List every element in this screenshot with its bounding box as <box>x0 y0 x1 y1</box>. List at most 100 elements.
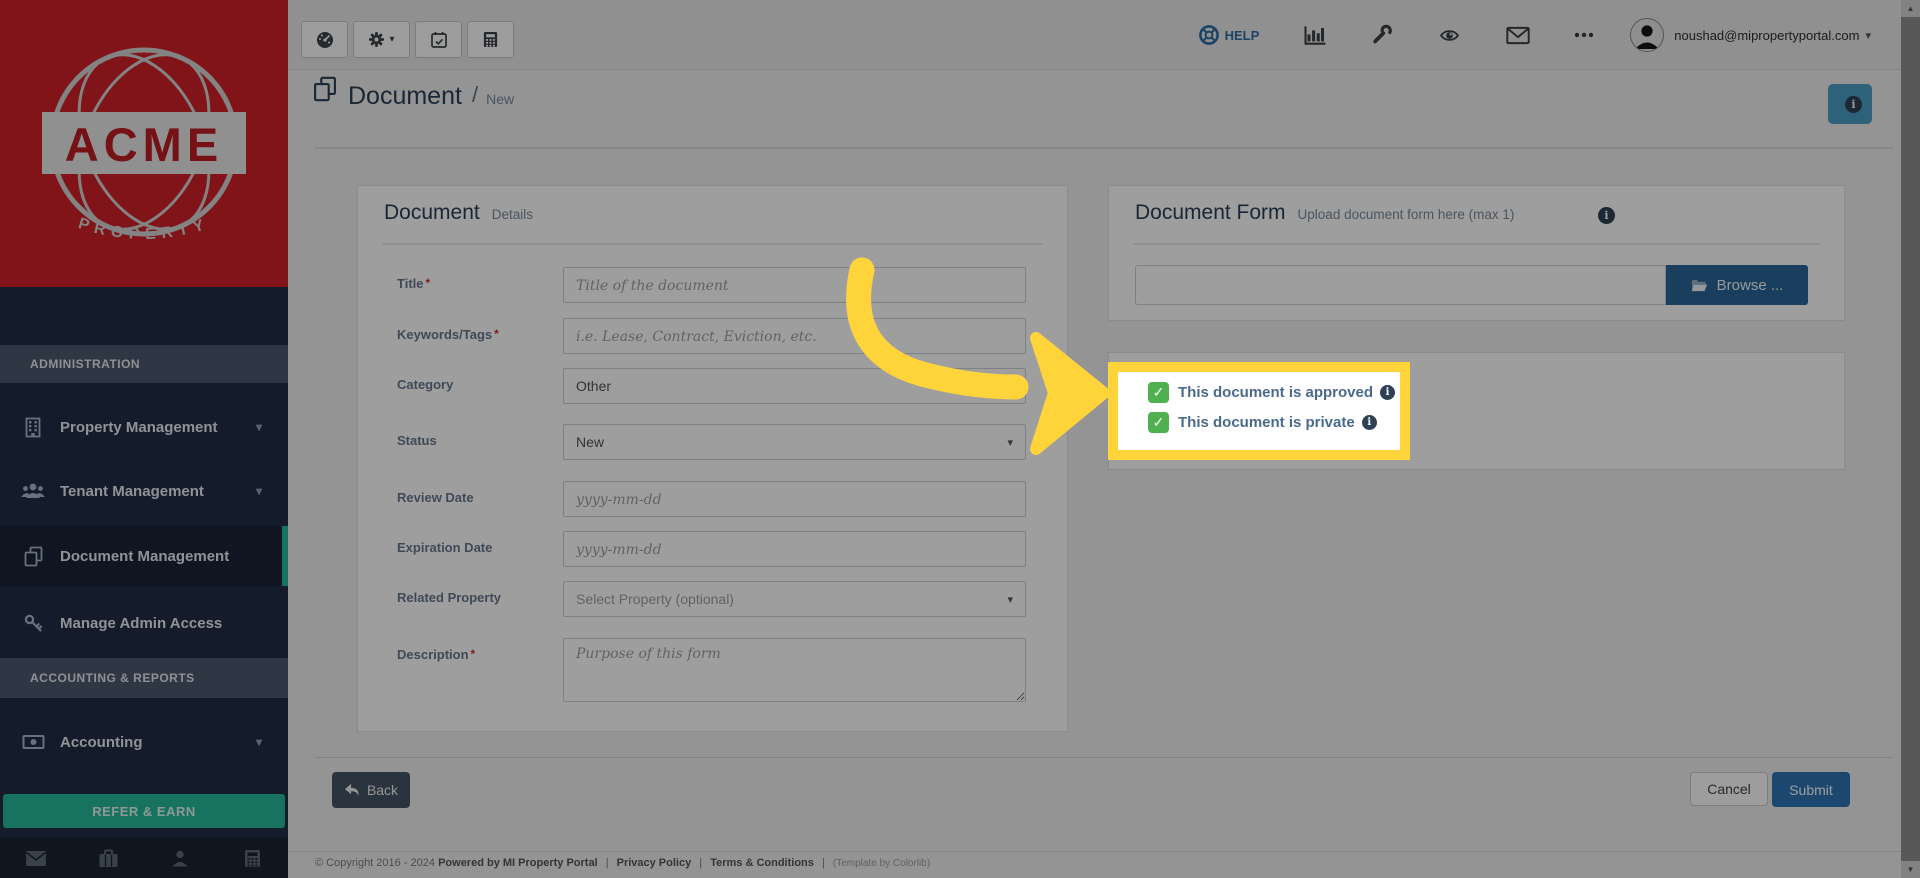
sidebar: ACME PROPERTY ADMINISTRATION Property Ma… <box>0 0 288 878</box>
calculator-icon[interactable] <box>216 849 288 868</box>
documents-icon <box>20 546 46 567</box>
help-button[interactable]: HELP <box>1198 24 1260 46</box>
header-divider <box>315 147 1893 149</box>
scroll-down-button[interactable]: ▼ <box>1901 861 1920 878</box>
document-details-panel: Document Details Title* Keywords/Tags* C… <box>357 185 1068 732</box>
review-date-input[interactable] <box>563 481 1026 517</box>
calendar-check-icon <box>430 31 447 48</box>
browse-button[interactable]: Browse ... <box>1666 265 1808 305</box>
brand-logo[interactable]: ACME PROPERTY <box>0 0 288 287</box>
status-select[interactable]: New ▾ <box>563 424 1026 460</box>
scroll-up-button[interactable]: ▲ <box>1901 0 1920 17</box>
chevron-down-icon: ▾ <box>255 484 262 498</box>
gear-icon <box>369 32 385 47</box>
folder-open-icon <box>1691 279 1707 291</box>
user-menu[interactable]: noushad@mipropertyportal.com <box>1674 28 1859 43</box>
file-upload-input[interactable] <box>1135 265 1666 305</box>
submit-button[interactable]: Submit <box>1772 772 1850 807</box>
expiration-date-input[interactable] <box>563 531 1026 567</box>
copyright-text: © Copyright 2016 - 2024 <box>315 857 436 869</box>
briefcase-icon[interactable] <box>72 849 144 868</box>
sidebar-section-accounting-reports: ACCOUNTING & REPORTS <box>0 658 288 698</box>
ellipsis-icon[interactable] <box>1574 32 1594 38</box>
reply-arrow-icon <box>344 783 359 796</box>
sidebar-item-manage-admin-access[interactable]: Manage Admin Access <box>0 594 288 652</box>
life-ring-icon <box>1198 25 1219 45</box>
sidebar-item-label: Document Management <box>60 547 230 565</box>
page-info-button[interactable]: i <box>1828 84 1872 124</box>
panel-title: Document Form <box>1135 201 1286 224</box>
panel-subtitle: Upload document form here (max 1) <box>1297 207 1515 222</box>
breadcrumb-page: New <box>486 91 515 107</box>
key-icon <box>20 613 46 634</box>
approved-checkbox[interactable]: ✓ <box>1148 382 1169 403</box>
user-icon[interactable] <box>144 849 216 868</box>
status-label: Status <box>397 433 437 448</box>
keywords-input[interactable] <box>563 318 1026 354</box>
dashboard-button[interactable] <box>301 21 348 58</box>
info-icon: i <box>1845 95 1862 113</box>
caret-down-icon: ▾ <box>1007 593 1013 606</box>
description-textarea[interactable] <box>563 638 1026 702</box>
sidebar-item-label: Property Management <box>60 418 218 436</box>
calculator-button[interactable] <box>467 21 514 58</box>
cancel-button[interactable]: Cancel <box>1690 772 1768 806</box>
review-date-label: Review Date <box>397 490 474 505</box>
gauge-icon <box>316 31 333 48</box>
content-divider <box>315 757 1893 758</box>
title-label: Title * <box>397 276 431 291</box>
info-icon: i <box>1361 415 1377 430</box>
sidebar-item-accounting[interactable]: Accounting ▾ <box>0 713 288 771</box>
sidebar-item-label: Tenant Management <box>60 482 204 500</box>
approved-checkbox-row: ✓ This document is approved i <box>1148 382 1396 403</box>
keywords-label: Keywords/Tags * <box>397 327 499 342</box>
envelope-icon[interactable] <box>1506 26 1530 45</box>
terms-link[interactable]: Terms & Conditions <box>710 857 814 869</box>
check-icon: ✓ <box>1152 384 1165 400</box>
footer: © Copyright 2016 - 2024 Powered by MI Pr… <box>315 857 931 869</box>
category-select[interactable]: Other ▾ <box>563 368 1026 404</box>
info-icon: i <box>1598 207 1615 224</box>
breadcrumb: Document / New <box>312 76 514 109</box>
back-button[interactable]: Back <box>332 772 410 808</box>
category-label: Category <box>397 377 454 392</box>
sidebar-item-tenant-management[interactable]: Tenant Management ▾ <box>0 462 288 520</box>
sidebar-item-property-management[interactable]: Property Management ▾ <box>0 398 288 456</box>
building-icon <box>20 417 46 438</box>
calendar-button[interactable] <box>415 21 462 58</box>
panel-divider <box>1133 243 1820 245</box>
settings-button[interactable]: ▾ <box>353 21 410 58</box>
user-avatar[interactable] <box>1630 18 1665 52</box>
chevron-down-icon[interactable]: ▾ <box>1865 29 1871 42</box>
money-icon <box>20 733 46 751</box>
refer-earn-button[interactable]: REFER & EARN <box>3 794 285 828</box>
bar-chart-icon[interactable] <box>1303 24 1327 46</box>
privacy-policy-link[interactable]: Privacy Policy <box>617 857 692 869</box>
powered-by-text: Powered by MI Property Portal <box>438 857 598 869</box>
envelope-icon[interactable] <box>0 850 72 867</box>
description-label: Description * <box>397 647 476 662</box>
template-credit: (Template by Colorlib) <box>832 858 931 869</box>
private-checkbox-row: ✓ This document is private i <box>1148 412 1377 433</box>
panel-title: Document <box>384 201 480 224</box>
title-input[interactable] <box>563 267 1026 303</box>
related-property-select[interactable]: Select Property (optional) ▾ <box>563 581 1026 617</box>
footer-divider <box>288 851 1901 852</box>
help-label: HELP <box>1224 27 1260 43</box>
users-icon <box>20 481 46 501</box>
wrench-icon[interactable] <box>1371 24 1393 46</box>
quick-tools: ▾ <box>301 21 514 58</box>
sidebar-section-administration: ADMINISTRATION <box>0 345 288 383</box>
brand-name: ACME <box>65 118 223 171</box>
private-checkbox[interactable]: ✓ <box>1148 412 1169 433</box>
scrollbar-thumb[interactable] <box>1901 17 1920 861</box>
info-icon: i <box>1380 385 1396 400</box>
eye-icon[interactable] <box>1437 26 1462 45</box>
private-checkbox-label: This document is private <box>1178 414 1355 431</box>
chevron-down-icon: ▾ <box>255 420 262 434</box>
caret-down-icon: ▾ <box>1007 380 1013 393</box>
sidebar-footer-bar <box>0 838 288 878</box>
caret-down-icon: ▾ <box>1007 436 1013 449</box>
sidebar-item-document-management[interactable]: Document Management <box>0 526 288 586</box>
caret-down-icon: ▾ <box>389 34 395 45</box>
